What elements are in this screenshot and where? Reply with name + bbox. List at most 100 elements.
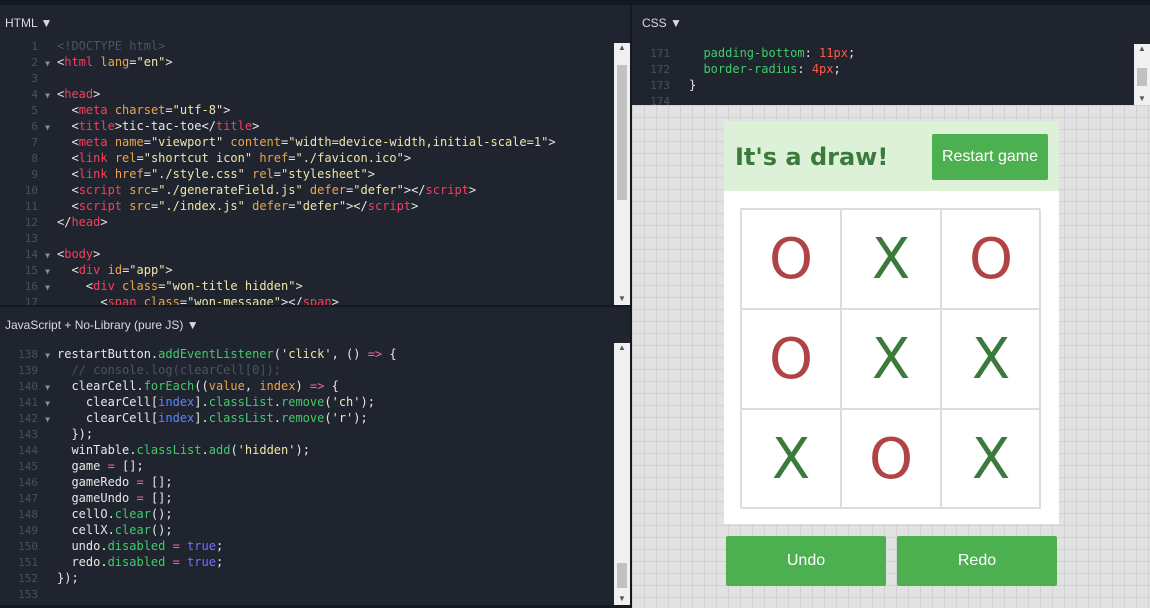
code-token: defer bbox=[302, 183, 347, 197]
html-editor[interactable]: 1 <!DOCTYPE html> 2 ▼ <html lang="en"> 3 4 ▼ <he… bbox=[0, 38, 614, 305]
code-token: . bbox=[273, 411, 281, 425]
html-panel-label[interactable]: HTML ▼ bbox=[5, 16, 52, 30]
board-cell[interactable]: X bbox=[841, 309, 941, 409]
board-cell[interactable]: X bbox=[941, 309, 1041, 409]
code-token: winTable. bbox=[57, 443, 137, 457]
code-token: class bbox=[114, 279, 159, 293]
code-token: ]. bbox=[194, 395, 209, 409]
code-token: => bbox=[367, 347, 383, 361]
code-token: // console.log(clearCell[0]); bbox=[57, 363, 281, 377]
code-line: 5 <meta charset="utf-8"> bbox=[0, 102, 614, 118]
css-panel-label[interactable]: CSS ▼ bbox=[642, 16, 682, 30]
code-token: src bbox=[122, 199, 151, 213]
code-token: clear bbox=[114, 507, 151, 521]
js-scrollbar[interactable]: ▲ ▼ bbox=[614, 343, 630, 605]
board-cell[interactable]: X bbox=[741, 409, 841, 509]
code-token: </ bbox=[57, 215, 72, 229]
line-number: 141 bbox=[18, 396, 38, 409]
code-token: span bbox=[302, 295, 332, 305]
board-cell[interactable]: X bbox=[941, 409, 1041, 509]
code-token: html bbox=[64, 55, 94, 69]
undo-button[interactable]: Undo bbox=[726, 536, 886, 586]
code-token: > bbox=[367, 167, 375, 181]
code-line: 140 ▼ clearCell.forEach((value, index) =>… bbox=[0, 378, 614, 394]
line-number: 172 bbox=[650, 63, 670, 76]
game-board: OXOOXXXOX bbox=[740, 208, 1041, 509]
board-cell[interactable]: O bbox=[941, 209, 1041, 309]
code-token: ( bbox=[324, 395, 332, 409]
code-token: disabled bbox=[107, 555, 166, 569]
line-number: 148 bbox=[18, 508, 38, 521]
code-token: gameUndo bbox=[57, 491, 137, 505]
code-token: true bbox=[179, 555, 216, 569]
board-cell[interactable]: X bbox=[841, 209, 941, 309]
code-token: 'r' bbox=[331, 411, 354, 425]
code-token: = bbox=[107, 459, 115, 473]
board-cell[interactable]: O bbox=[841, 409, 941, 509]
code-line: 148 cellO.clear(); bbox=[0, 506, 614, 522]
code-token: name bbox=[107, 135, 144, 149]
code-token: undo. bbox=[57, 539, 108, 553]
html-panel: HTML ▼ 1 <!DOCTYPE html> 2 ▼ <html lang="en"… bbox=[0, 5, 630, 305]
game-card: It's a draw! Restart game OXOOXXXOX bbox=[724, 121, 1059, 524]
code-token: href bbox=[107, 167, 144, 181]
code-token: ></ bbox=[403, 183, 426, 197]
code-token: link bbox=[78, 151, 108, 165]
code-token: script bbox=[367, 199, 412, 213]
code-token: classList bbox=[208, 395, 274, 409]
code-token: cellO. bbox=[57, 507, 115, 521]
code-token: = bbox=[165, 103, 173, 117]
code-token: lang bbox=[93, 55, 130, 69]
code-token: "defer" bbox=[295, 199, 347, 213]
code-token: "stylesheet" bbox=[281, 167, 368, 181]
html-scrollbar[interactable]: ▲ ▼ bbox=[614, 43, 630, 305]
code-token: => bbox=[309, 379, 325, 393]
code-line: 1 <!DOCTYPE html> bbox=[0, 38, 614, 54]
code-token: { bbox=[382, 347, 397, 361]
code-token: div bbox=[78, 263, 101, 277]
code-token: "./index.js" bbox=[158, 199, 245, 213]
game-header: It's a draw! Restart game bbox=[724, 121, 1059, 191]
js-editor[interactable]: 138 ▼ restartButton.addEventListener('clic… bbox=[0, 346, 614, 605]
code-token: restartButton. bbox=[57, 347, 159, 361]
board-cell[interactable]: O bbox=[741, 209, 841, 309]
code-token: classList bbox=[136, 443, 202, 457]
code-token: > bbox=[100, 215, 108, 229]
code-token: "viewport" bbox=[150, 135, 224, 149]
code-line: 13 bbox=[0, 230, 614, 246]
code-token: < bbox=[57, 151, 79, 165]
board-cell[interactable]: O bbox=[741, 309, 841, 409]
code-token: > bbox=[165, 263, 173, 277]
code-token: "./generateField.js" bbox=[158, 183, 303, 197]
line-number: 10 bbox=[24, 184, 38, 197]
css-scrollbar[interactable]: ▲ ▼ bbox=[1134, 44, 1150, 105]
redo-button[interactable]: Redo bbox=[897, 536, 1057, 586]
code-line: 146 gameRedo = []; bbox=[0, 474, 614, 490]
code-token: < bbox=[57, 103, 79, 117]
code-token: script bbox=[425, 183, 469, 197]
code-token: index bbox=[259, 379, 296, 393]
code-token: clearCell[ bbox=[57, 411, 159, 425]
line-number: 3 bbox=[31, 72, 38, 85]
line-number: 174 bbox=[650, 95, 670, 105]
code-token: < bbox=[57, 183, 79, 197]
restart-game-button[interactable]: Restart game bbox=[932, 134, 1048, 180]
code-token: > bbox=[331, 295, 339, 305]
line-number: 146 bbox=[18, 476, 38, 489]
code-token: > bbox=[93, 87, 101, 101]
code-token: > bbox=[548, 135, 556, 149]
css-editor[interactable]: 171 padding-bottom: 11px; 172 border-radi… bbox=[632, 45, 1134, 105]
js-panel-label[interactable]: JavaScript + No-Library (pure JS) ▼ bbox=[5, 318, 199, 332]
code-line: 153 bbox=[0, 586, 614, 602]
code-token: 11px bbox=[819, 46, 848, 60]
code-token: = bbox=[143, 167, 151, 181]
code-line: 141 ▼ clearCell[index].classList.remove('… bbox=[0, 394, 614, 410]
line-number: 173 bbox=[650, 79, 670, 92]
code-token: rel bbox=[107, 151, 137, 165]
code-token: "defer" bbox=[353, 183, 404, 197]
code-token: > bbox=[252, 119, 260, 133]
code-token: clearCell. bbox=[57, 379, 144, 393]
line-number: 15 bbox=[24, 264, 38, 277]
result-preview: It's a draw! Restart game OXOOXXXOX Undo… bbox=[632, 105, 1150, 608]
code-token: script bbox=[78, 199, 123, 213]
